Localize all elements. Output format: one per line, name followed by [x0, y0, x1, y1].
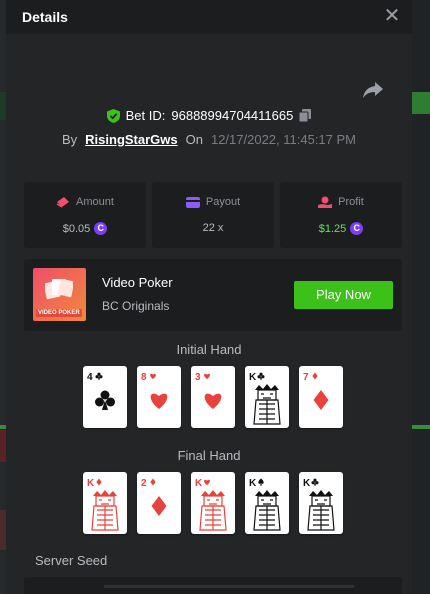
bet-id-row: Bet ID: 96888994704411665 — [6, 108, 412, 126]
king-figure — [253, 490, 281, 531]
shield-check-icon — [106, 108, 120, 123]
hearts-suit-icon — [204, 479, 210, 486]
hand-coin-icon — [318, 196, 333, 208]
stat-profit: Profit $1.25 C — [280, 182, 402, 248]
playing-card: 2 — [137, 472, 181, 534]
playing-card: 4 — [83, 366, 127, 428]
wallet-icon — [185, 196, 200, 208]
game-card: VIDEO POKER Video Poker BC Originals Pla… — [24, 259, 402, 331]
bet-datetime: 12/17/2022, 11:45:17 PM — [210, 132, 357, 147]
hearts-suit-icon — [150, 373, 156, 380]
cards-stack-icon — [45, 278, 73, 300]
card-rank: K — [87, 478, 95, 489]
card-rank: K — [249, 372, 257, 383]
stat-amount-value: $0.05 — [62, 222, 91, 235]
game-thumbnail: VIDEO POKER — [33, 268, 86, 321]
spades-suit-icon — [258, 478, 264, 486]
stat-amount: Amount $0.05 C — [24, 182, 146, 248]
diamonds-large-icon — [313, 390, 329, 410]
clubs-large-icon — [95, 390, 115, 410]
card-rank: 3 — [195, 372, 201, 383]
clubs-suit-icon — [95, 372, 103, 380]
king-figure — [91, 490, 119, 531]
playing-card: K — [83, 472, 127, 534]
stat-payout-label: Payout — [205, 196, 241, 208]
stat-payout: Payout 22 x — [152, 182, 274, 248]
king-figure — [199, 490, 227, 531]
card-rank: 2 — [141, 478, 147, 489]
background-page-right — [412, 0, 430, 594]
dialog-header: Details ✕ — [6, 0, 412, 34]
stat-profit-value: $1.25 — [318, 222, 347, 235]
game-name: Video Poker — [102, 275, 173, 290]
money-stack-icon — [56, 197, 70, 208]
card-rank: 4 — [87, 372, 93, 383]
card-rank: 8 — [141, 372, 147, 383]
bet-id-value: 96888994704411665 — [171, 108, 294, 123]
playing-card: K — [191, 472, 235, 534]
play-now-button[interactable]: Play Now — [294, 281, 393, 309]
bet-stats: Amount $0.05 C Payout 22 x Profit $1.25 … — [24, 182, 402, 248]
playing-card: K — [245, 472, 289, 534]
bet-meta-row: By RisingStarGws On 12/17/2022, 11:45:17… — [6, 132, 412, 147]
hearts-large-icon — [150, 393, 168, 409]
stat-profit-label: Profit — [338, 196, 364, 208]
card-rank: 7 — [303, 372, 309, 383]
coin-icon: C — [350, 222, 364, 235]
dialog-title: Details — [22, 9, 68, 25]
coin-icon: C — [94, 222, 108, 235]
initial-hand-label: Initial Hand — [176, 342, 242, 357]
clubs-suit-icon — [257, 372, 265, 380]
hearts-large-icon — [204, 393, 222, 409]
final-hand: K 2 K K K — [83, 472, 343, 534]
diamonds-suit-icon — [312, 372, 318, 380]
card-rank: K — [195, 478, 203, 489]
playing-card: K — [245, 366, 289, 428]
bet-details-dialog: Details ✕ Bet ID: 96888994704411665 By R… — [6, 0, 412, 594]
server-seed-label: Server Seed — [35, 553, 108, 568]
stat-payout-value: 22 x — [202, 222, 224, 234]
diamonds-suit-icon — [150, 478, 156, 486]
game-provider: BC Originals — [102, 299, 170, 313]
hearts-suit-icon — [204, 373, 210, 380]
share-icon[interactable] — [362, 80, 384, 100]
diamonds-large-icon — [151, 496, 167, 516]
playing-card: 8 — [137, 366, 181, 428]
on-label: On — [185, 132, 203, 147]
thumb-badge: VIDEO POKER — [36, 309, 82, 317]
king-figure — [307, 490, 335, 531]
by-label: By — [61, 132, 78, 147]
card-rank: K — [303, 478, 311, 489]
close-icon[interactable]: ✕ — [382, 6, 402, 26]
server-seed-field — [24, 577, 402, 594]
playing-card: 3 — [191, 366, 235, 428]
king-figure — [253, 384, 281, 425]
playing-card: K — [299, 472, 343, 534]
copy-icon[interactable] — [299, 109, 312, 122]
card-rank: K — [249, 478, 257, 489]
final-hand-label: Final Hand — [177, 448, 241, 463]
playing-card: 7 — [299, 366, 343, 428]
clubs-suit-icon — [311, 478, 319, 486]
bet-id-label: Bet ID: — [125, 108, 166, 123]
stat-amount-label: Amount — [76, 196, 114, 208]
username-link[interactable]: RisingStarGws — [85, 132, 177, 147]
initial-hand: 4 8 3 K 7 — [83, 366, 343, 428]
diamonds-suit-icon — [96, 478, 102, 486]
